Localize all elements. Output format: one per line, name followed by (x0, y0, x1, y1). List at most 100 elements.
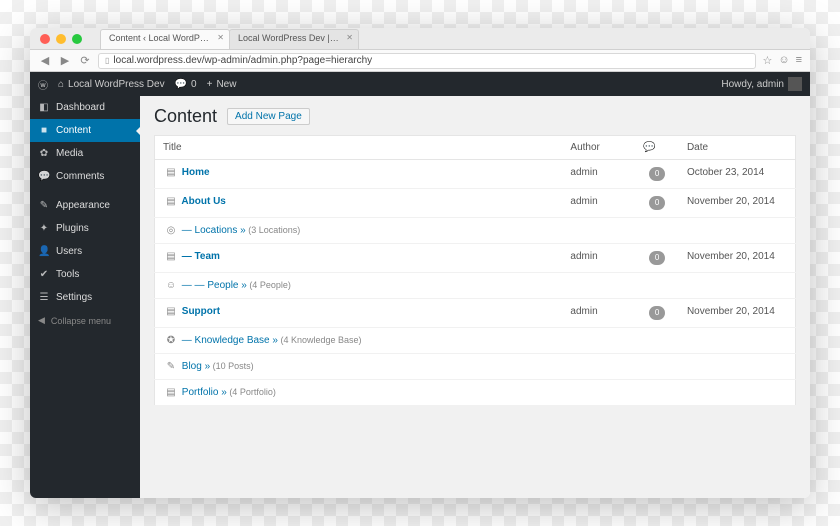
tab-close-icon[interactable]: ✕ (346, 33, 353, 42)
comments-bubble[interactable]: 0 (649, 251, 665, 265)
back-button[interactable]: ◀ (38, 54, 52, 67)
sidebar-item-label: Users (56, 246, 82, 257)
row-title-link[interactable]: Home (179, 167, 210, 178)
row-type-icon: ◎ (163, 225, 179, 236)
comments-menu[interactable]: 💬 0 (175, 79, 197, 90)
table-row[interactable]: ▤ Supportadmin0November 20, 2014 (155, 299, 796, 328)
table-row[interactable]: ▤ — Teamadmin0November 20, 2014 (155, 244, 796, 273)
table-row[interactable]: ▤ Portfolio » (4 Portfolio) (155, 380, 796, 406)
menu-icon[interactable]: ≡ (796, 54, 802, 67)
cell-author: admin (562, 160, 635, 189)
bookmark-icon[interactable]: ☆ (762, 54, 772, 67)
cell-date (679, 354, 796, 380)
cell-comments (635, 218, 679, 244)
site-name-menu[interactable]: ⌂ Local WordPress Dev (58, 79, 165, 90)
sidebar-item-label: Media (56, 148, 83, 159)
row-type-icon: ▤ (163, 251, 179, 262)
row-type-icon: ✎ (163, 361, 179, 372)
greeting-text: Howdy, admin (721, 79, 784, 90)
sidebar-item-label: Tools (56, 269, 79, 280)
url-text: local.wordpress.dev/wp-admin/admin.php?p… (113, 55, 372, 66)
comments-bubble[interactable]: 0 (649, 196, 665, 210)
row-title-link[interactable]: — Team (179, 251, 220, 262)
table-header-row: Title Author 💬 Date (155, 136, 796, 160)
row-count-suffix: (4 Portfolio) (227, 387, 276, 397)
sidebar-item-users[interactable]: 👤 Users (30, 240, 140, 263)
new-content-menu[interactable]: + New (207, 79, 237, 90)
row-title-link[interactable]: — Locations » (179, 225, 246, 236)
sidebar-item-label: Dashboard (56, 102, 105, 113)
cell-date: November 20, 2014 (679, 189, 796, 218)
sidebar-item-content[interactable]: ■ Content (30, 119, 140, 142)
sidebar-item-appearance[interactable]: ✎ Appearance (30, 194, 140, 217)
media-icon: ✿ (38, 148, 50, 159)
plus-icon: + (207, 79, 213, 90)
row-title-link[interactable]: Portfolio » (179, 387, 227, 398)
column-author[interactable]: Author (562, 136, 635, 160)
sidebar-item-media[interactable]: ✿ Media (30, 142, 140, 165)
table-row[interactable]: ▤ Homeadmin0October 23, 2014 (155, 160, 796, 189)
row-title-link[interactable]: — Knowledge Base » (179, 335, 278, 346)
sidebar-item-settings[interactable]: ☰ Settings (30, 286, 140, 309)
cell-author: admin (562, 244, 635, 273)
reload-button[interactable]: ⟳ (78, 54, 92, 67)
cell-title: ▤ Home (155, 160, 563, 189)
row-title-link[interactable]: Blog » (179, 361, 210, 372)
collapse-icon: ◀ (38, 315, 45, 326)
table-row[interactable]: ▤ About Usadmin 0 November 20, 2014 (155, 189, 796, 218)
cell-title: ▤ About Us (155, 189, 563, 218)
row-count-suffix: (10 Posts) (210, 361, 254, 371)
tab-close-icon[interactable]: ✕ (217, 33, 224, 42)
window-controls (40, 34, 82, 44)
account-menu[interactable]: Howdy, admin (721, 77, 802, 91)
column-date[interactable]: Date (679, 136, 796, 160)
cell-date (679, 328, 796, 354)
add-new-page-button[interactable]: Add New Page (227, 108, 310, 125)
column-title[interactable]: Title (155, 136, 563, 160)
minimize-window-button[interactable] (56, 34, 66, 44)
cell-author: admin (562, 189, 635, 218)
sidebar-item-dashboard[interactable]: ◧ Dashboard (30, 96, 140, 119)
sidebar-item-comments[interactable]: 💬 Comments (30, 165, 140, 188)
plugin-icon: ✦ (38, 223, 50, 234)
comment-icon: 💬 (643, 142, 655, 153)
column-comments[interactable]: 💬 (635, 136, 679, 160)
row-count-suffix: (4 Knowledge Base) (278, 335, 362, 345)
wp-body: ◧ Dashboard ■ Content ✿ Media 💬 Comments (30, 96, 810, 498)
row-type-icon: ✪ (163, 335, 179, 346)
cell-author: admin (562, 299, 635, 328)
page-header: Content Add New Page (154, 106, 796, 127)
zoom-window-button[interactable] (72, 34, 82, 44)
address-bar[interactable]: ▯ local.wordpress.dev/wp-admin/admin.php… (98, 53, 756, 69)
sidebar-item-tools[interactable]: ✔ Tools (30, 263, 140, 286)
row-title-link[interactable]: About Us (179, 196, 226, 207)
table-row[interactable]: ✎ Blog » (10 Posts) (155, 354, 796, 380)
close-window-button[interactable] (40, 34, 50, 44)
browser-tab[interactable]: Local WordPress Dev | Ju… ✕ (229, 29, 359, 49)
forward-button[interactable]: ▶ (58, 54, 72, 67)
browser-tabstrip: Content ‹ Local WordPress… ✕ Local WordP… (30, 28, 810, 49)
collapse-menu-button[interactable]: ◀ Collapse menu (30, 309, 140, 332)
comment-icon: 💬 (175, 79, 187, 90)
browser-tab-label: Local WordPress Dev | Ju… (238, 33, 351, 43)
main-content: Content Add New Page Title Author 💬 Date (140, 96, 810, 498)
wp-logo-menu[interactable]: ⓦ (38, 77, 48, 92)
cell-comments (635, 273, 679, 299)
user-icon[interactable]: ☺ (778, 54, 789, 67)
cell-date (679, 273, 796, 299)
row-title-link[interactable]: Support (179, 306, 220, 317)
comments-bubble[interactable]: 0 (649, 167, 665, 181)
row-type-icon: ▤ (163, 167, 179, 178)
table-row[interactable]: ✪ — Knowledge Base » (4 Knowledge Base) (155, 328, 796, 354)
cell-comments (635, 328, 679, 354)
sidebar-item-label: Appearance (56, 200, 110, 211)
cell-title: ▤ — Team (155, 244, 563, 273)
browser-tab-active[interactable]: Content ‹ Local WordPress… ✕ (100, 29, 230, 49)
row-title-link[interactable]: — — People » (179, 280, 247, 291)
cell-author (562, 380, 635, 406)
table-row[interactable]: ☺ — — People » (4 People) (155, 273, 796, 299)
comments-icon: 💬 (38, 171, 50, 182)
table-row[interactable]: ◎ — Locations » (3 Locations) (155, 218, 796, 244)
comments-bubble[interactable]: 0 (649, 306, 665, 320)
sidebar-item-plugins[interactable]: ✦ Plugins (30, 217, 140, 240)
